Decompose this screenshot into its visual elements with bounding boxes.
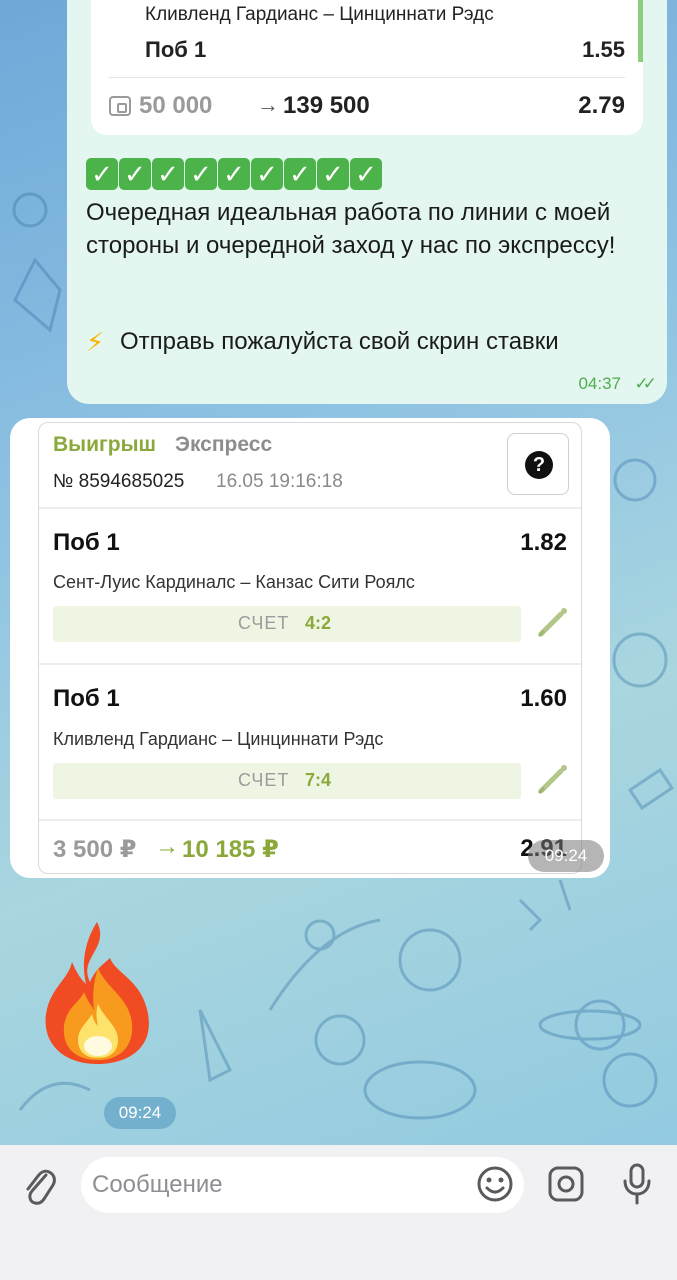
sticker-timestamp: 09:24 <box>104 1097 176 1129</box>
ticket-number: № 8594685025 <box>53 471 185 492</box>
quote-pick: Поб 1 <box>145 37 207 62</box>
quote-accent-bar <box>638 0 643 62</box>
leg-pick: Поб 1 <box>53 685 120 712</box>
question-icon: ? <box>525 451 553 479</box>
ticket-divider <box>39 663 581 665</box>
ticket-divider <box>39 507 581 509</box>
quote-stake: 50 000 <box>139 92 213 119</box>
message-timestamp: 04:37 <box>578 374 621 393</box>
score-label: СЧЕТ <box>238 770 290 790</box>
score-value: 4:2 <box>305 613 332 633</box>
message-composer <box>0 1145 677 1280</box>
help-button: ? <box>507 433 569 495</box>
quoted-bet-card[interactable]: Кливленд Гардианс – Цинциннати Рэдс Поб … <box>91 0 643 135</box>
emoji-icon[interactable] <box>476 1165 514 1203</box>
score-value: 7:4 <box>305 770 332 790</box>
incoming-photo-message[interactable]: Выигрыш Экспресс № 8594685025 16.05 19:1… <box>10 418 610 878</box>
check-mark-icon: ✓ <box>218 158 250 190</box>
ticket-type: Экспресс <box>175 433 273 456</box>
message-input[interactable] <box>81 1157 524 1213</box>
quote-total-odd: 2.79 <box>578 92 625 119</box>
bet-ticket: Выигрыш Экспресс № 8594685025 16.05 19:1… <box>38 422 582 874</box>
message-text: Очередная идеальная работа по линии с мо… <box>86 199 616 259</box>
read-ticks-icon: ✓✓ <box>634 374 657 393</box>
paperclip-icon[interactable] <box>22 1165 58 1209</box>
ticket-stake: 3 500 ₽ <box>53 836 137 863</box>
score-label: СЧЕТ <box>238 613 290 633</box>
leg-score-box: СЧЕТ 4:2 <box>53 606 521 642</box>
ticket-datetime: 16.05 19:16:18 <box>216 471 343 492</box>
baseball-bat-icon <box>537 765 567 795</box>
check-mark-icon: ✓ <box>119 158 151 190</box>
fire-icon[interactable] <box>38 918 156 1068</box>
check-mark-icon: ✓ <box>185 158 217 190</box>
microphone-icon[interactable] <box>620 1163 654 1205</box>
check-mark-icon: ✓ <box>317 158 349 190</box>
leg-odd: 1.60 <box>520 685 567 712</box>
ticket-status: Выигрыш <box>53 433 157 456</box>
leg-score-box: СЧЕТ 7:4 <box>53 763 521 799</box>
lightning-icon: ⚡ <box>86 327 105 357</box>
message-call-to-action: Отправь пожалуйста свой скрин ставки <box>120 328 559 355</box>
check-mark-icon: ✓ <box>350 158 382 190</box>
camera-icon[interactable] <box>547 1165 585 1203</box>
ticket-arrow: → <box>155 833 179 860</box>
leg-odd: 1.82 <box>520 529 567 556</box>
check-mark-icon: ✓ <box>284 158 316 190</box>
check-mark-icon: ✓ <box>251 158 283 190</box>
leg-match: Кливленд Гардианс – Цинциннати Рэдс <box>53 729 384 749</box>
leg-pick: Поб 1 <box>53 529 120 556</box>
outgoing-message-bubble[interactable]: Кливленд Гардианс – Цинциннати Рэдс Поб … <box>67 0 667 404</box>
ticket-payout: 10 185 ₽ <box>182 836 279 863</box>
baseball-bat-icon <box>537 608 567 638</box>
quote-divider <box>109 77 625 78</box>
check-mark-icon: ✓ <box>152 158 184 190</box>
photo-timestamp: 09:24 <box>528 840 604 872</box>
ticket-divider <box>39 819 581 821</box>
quote-odd: 1.55 <box>582 37 625 62</box>
leg-match: Сент-Луис Кардиналс – Канзас Сити Роялс <box>53 572 415 592</box>
wallet-icon <box>109 96 131 116</box>
quote-match-name: Кливленд Гардианс – Цинциннати Рэдс <box>145 4 494 25</box>
quote-payout: 139 500 <box>283 92 370 119</box>
check-mark-icon: ✓ <box>86 158 118 190</box>
quote-arrow: → <box>257 92 279 117</box>
check-mark-row: ✓ ✓ ✓ ✓ ✓ ✓ ✓ ✓ ✓ <box>86 158 382 190</box>
